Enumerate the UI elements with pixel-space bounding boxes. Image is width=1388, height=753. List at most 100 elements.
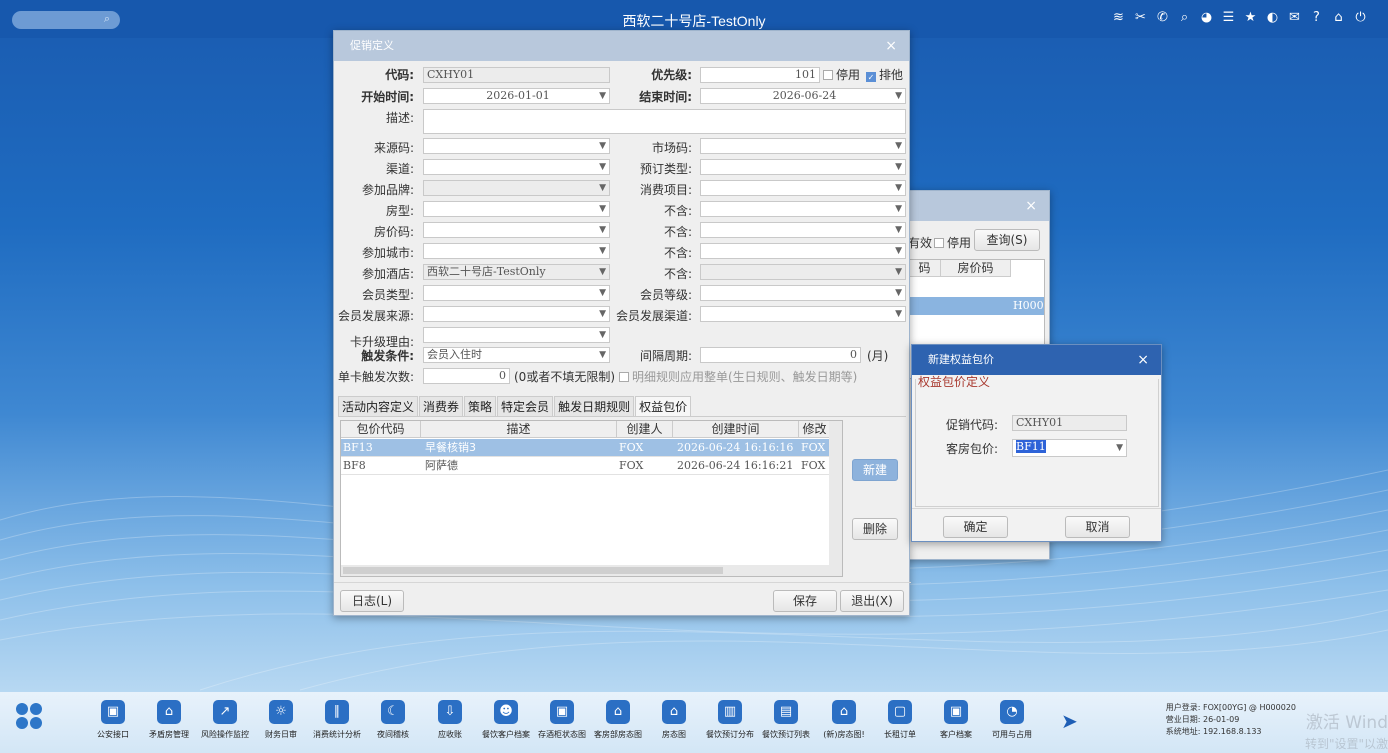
help-icon[interactable]: ? xyxy=(1309,10,1324,25)
taskbar-app-icon: ▥ xyxy=(718,700,742,724)
booking-type-select[interactable]: ▼ xyxy=(700,159,906,175)
query-button[interactable]: 查询(S) xyxy=(974,229,1040,251)
taskbar-item-label: 财务日审 xyxy=(265,730,297,739)
card-trigger-field[interactable]: 0 xyxy=(423,368,510,384)
ok-button[interactable]: 确定 xyxy=(943,516,1008,538)
tab-1[interactable]: 消费券 xyxy=(419,396,464,416)
interval-field[interactable]: 0 xyxy=(700,347,861,363)
detail-rule-checkbox[interactable]: 明细规则应用整单(生日规则、触发日期等) xyxy=(619,368,857,385)
phone-icon[interactable]: ✆ xyxy=(1155,10,1170,25)
taskbar-item[interactable]: ▣ 存酒柜状态图 xyxy=(530,700,594,740)
next-arrow-icon[interactable]: ➤ xyxy=(1061,709,1078,733)
exclude2-select[interactable]: ▼ xyxy=(700,222,906,238)
taskbar-item[interactable]: ☼ 财务日审 xyxy=(249,700,313,740)
taskbar-item[interactable]: ▣ 公安接口 xyxy=(81,700,145,740)
channel-select[interactable]: ▼ xyxy=(423,159,610,175)
exit-button[interactable]: 退出(X) xyxy=(840,590,904,612)
new-button[interactable]: 新建 xyxy=(852,459,898,481)
table-row[interactable]: BF13 早餐核销3 FOX 2026-06-24 16:16:16 FOX xyxy=(341,439,829,457)
end-time-picker[interactable]: 2026-06-24 ▼ xyxy=(700,88,906,104)
code-field[interactable]: CXHY01 xyxy=(423,67,610,83)
rate-select[interactable]: ▼ xyxy=(423,222,610,238)
brand-select[interactable]: ▼ xyxy=(423,180,610,196)
home-icon[interactable]: ⌂ xyxy=(1331,10,1346,25)
member-channel-label: 会员发展渠道: xyxy=(615,309,692,323)
member-type-select[interactable]: ▼ xyxy=(423,285,610,301)
column-header[interactable]: 创建时间 xyxy=(673,421,799,438)
member-source-select[interactable]: ▼ xyxy=(423,306,610,322)
log-button[interactable]: 日志(L) xyxy=(340,590,404,612)
tab-5[interactable]: 权益包价 xyxy=(635,396,692,416)
trigger-select[interactable]: 会员入住时 ▼ xyxy=(423,347,610,363)
priority-field[interactable]: 101 xyxy=(700,67,820,83)
activation-watermark: 激活 Wind xyxy=(1305,713,1388,733)
tab-4[interactable]: 触发日期规则 xyxy=(554,396,635,416)
taskbar-item[interactable]: ⌂ 矛盾房管理 xyxy=(137,700,201,740)
menu-icon[interactable]: ☰ xyxy=(1221,10,1236,25)
taskbar-item[interactable]: ⌂ 客房部房态图 xyxy=(586,700,650,740)
member-channel-select[interactable]: ▼ xyxy=(700,306,906,322)
description-field[interactable] xyxy=(423,109,906,134)
tab-2[interactable]: 策略 xyxy=(464,396,497,416)
taskbar-item-label: 风险操作监控 xyxy=(201,730,249,739)
cancel-button[interactable]: 取消 xyxy=(1065,516,1130,538)
code-label: 代码: xyxy=(385,68,414,82)
hotel-select[interactable]: 西软二十号店-TestOnly ▼ xyxy=(423,264,610,280)
taskbar-item[interactable]: ∥ 消费统计分析 xyxy=(305,700,369,740)
taskbar-item[interactable]: ▥ 餐饮预订分布 xyxy=(698,700,762,740)
taskbar-item[interactable]: ◔ 可用与占用 xyxy=(980,700,1044,740)
taskbar-item-label: 夜间稽核 xyxy=(377,730,409,739)
save-button[interactable]: 保存 xyxy=(773,590,837,612)
taskbar-item[interactable]: ⌂ 房态图 xyxy=(642,700,706,740)
exclude3-select[interactable]: ▼ xyxy=(700,243,906,259)
close-icon[interactable]: × xyxy=(885,31,897,61)
close-icon[interactable]: × xyxy=(1025,191,1037,221)
room-package-select[interactable]: BF11 ▼ xyxy=(1012,439,1127,457)
booking-type-label: 预订类型: xyxy=(639,162,692,176)
taskbar-item[interactable]: ▤ 餐饮预订列表 xyxy=(754,700,818,740)
member-level-select[interactable]: ▼ xyxy=(700,285,906,301)
room-type-select[interactable]: ▼ xyxy=(423,201,610,217)
column-header[interactable]: 描述 xyxy=(421,421,617,438)
star-icon[interactable]: ★ xyxy=(1243,10,1258,25)
taskbar-item[interactable]: ↗ 风险操作监控 xyxy=(193,700,257,740)
power-icon[interactable]: ⏻ xyxy=(1353,10,1368,25)
mail-icon[interactable]: ✉ xyxy=(1287,10,1302,25)
close-icon[interactable]: × xyxy=(1137,345,1149,375)
tab-0[interactable]: 活动内容定义 xyxy=(338,396,419,416)
upgrade-reason-select[interactable]: ▼ xyxy=(423,327,610,343)
start-time-picker[interactable]: 2026-01-01 ▼ xyxy=(423,88,610,104)
column-header[interactable]: 修改 xyxy=(799,421,831,438)
taskbar-item[interactable]: ⇩ 应收账 xyxy=(418,700,482,740)
bg-disabled-checkbox[interactable]: 停用 xyxy=(934,234,971,251)
exclude4-select[interactable]: ▼ xyxy=(700,264,906,280)
delete-button[interactable]: 删除 xyxy=(852,518,898,540)
taskbar-item-label: (新)房态图! xyxy=(823,730,865,739)
column-header[interactable]: 创建人 xyxy=(617,421,673,438)
table-cell: FOX xyxy=(619,441,644,454)
taskbar-item[interactable]: ▢ 长租订单 xyxy=(868,700,932,740)
disabled-checkbox[interactable]: 停用 xyxy=(823,66,860,83)
taskbar-item[interactable]: ☾ 夜间稽核 xyxy=(361,700,425,740)
consume-label: 消费项目: xyxy=(639,183,692,197)
tools-icon[interactable]: ✂ xyxy=(1133,10,1148,25)
contrast-icon[interactable]: ◐ xyxy=(1265,10,1280,25)
tab-3[interactable]: 特定会员 xyxy=(497,396,554,416)
promo-code-field[interactable]: CXHY01 xyxy=(1012,415,1127,431)
wifi-icon[interactable]: ≋ xyxy=(1111,10,1126,25)
table-cell: 2026-06-24 16:16:16 xyxy=(677,441,794,454)
table-row[interactable]: BF8 阿萨德 FOX 2026-06-24 16:16:21 FOX xyxy=(341,457,829,475)
source-select[interactable]: ▼ xyxy=(423,138,610,154)
market-select[interactable]: ▼ xyxy=(700,138,906,154)
consume-select[interactable]: ▼ xyxy=(700,180,906,196)
taskbar-item[interactable]: ☻ 餐饮客户档案 xyxy=(474,700,538,740)
palette-icon[interactable]: ◕ xyxy=(1199,10,1214,25)
search-user-icon[interactable]: ⌕ xyxy=(1177,10,1192,25)
exclusive-checkbox[interactable]: ✓ 排他 xyxy=(866,66,903,83)
taskbar-item[interactable]: ▣ 客户档案 xyxy=(924,700,988,740)
city-select[interactable]: ▼ xyxy=(423,243,610,259)
app-launcher-icon[interactable] xyxy=(16,703,44,731)
taskbar-item[interactable]: ⌂ (新)房态图! xyxy=(812,700,876,740)
column-header[interactable]: 包价代码 xyxy=(341,421,421,438)
exclude1-select[interactable]: ▼ xyxy=(700,201,906,217)
